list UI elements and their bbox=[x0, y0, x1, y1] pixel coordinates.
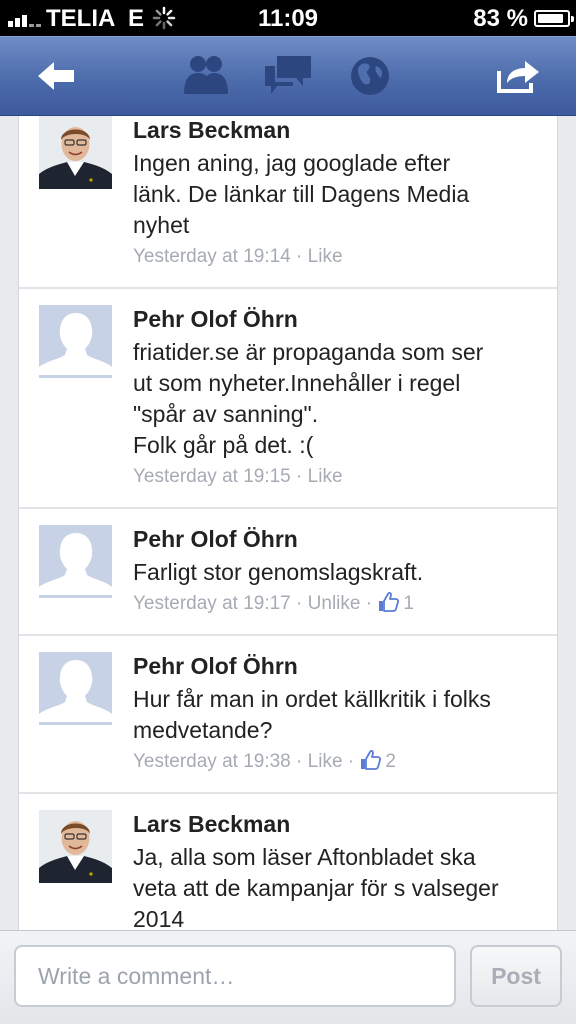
like-count-badge[interactable]: 1 bbox=[377, 592, 414, 614]
comment-author[interactable]: Lars Beckman bbox=[133, 116, 537, 144]
thumbs-up-icon bbox=[379, 592, 400, 612]
comment-author[interactable]: Pehr Olof Öhrn bbox=[133, 652, 537, 680]
comment-input[interactable] bbox=[14, 945, 456, 1007]
default-avatar-icon bbox=[39, 525, 112, 598]
comment-author[interactable]: Pehr Olof Öhrn bbox=[133, 305, 537, 333]
comment-item: Lars Beckman Ingen aning, jag googlade e… bbox=[19, 116, 557, 289]
like-link[interactable]: Like bbox=[308, 246, 343, 267]
globe-notifications-icon[interactable] bbox=[340, 51, 400, 101]
profile-photo bbox=[39, 116, 112, 189]
comment-meta: Yesterday at 19:38 · Like · 2 bbox=[133, 750, 396, 772]
like-count: 1 bbox=[403, 593, 414, 614]
share-icon[interactable] bbox=[488, 51, 548, 101]
comment-item: Pehr Olof Öhrn Farligt stor genomslagskr… bbox=[19, 509, 557, 636]
navigation-bar bbox=[0, 36, 576, 116]
comment-text: Ingen aning, jag googlade efter länk. De… bbox=[133, 150, 470, 238]
avatar[interactable] bbox=[39, 525, 112, 598]
like-count-badge[interactable]: 2 bbox=[359, 750, 396, 772]
comments-list[interactable]: Lars Beckman Ingen aning, jag googlade e… bbox=[0, 116, 576, 930]
back-arrow-icon[interactable] bbox=[26, 51, 86, 101]
comment-text: friatider.se är propaganda som ser ut so… bbox=[133, 339, 484, 458]
messages-icon[interactable] bbox=[258, 51, 318, 101]
comment-timestamp: Yesterday at 19:14 bbox=[133, 246, 291, 267]
avatar[interactable] bbox=[39, 116, 112, 189]
comment-text: Hur får man in ordet källkritik i folks … bbox=[133, 686, 491, 743]
comment-composer: Post bbox=[0, 930, 576, 1024]
comment-timestamp: Yesterday at 19:15 bbox=[133, 466, 291, 487]
comment-timestamp: Yesterday at 19:38 bbox=[133, 751, 291, 772]
like-link[interactable]: Like bbox=[308, 751, 343, 772]
comment-timestamp: Yesterday at 19:17 bbox=[133, 593, 291, 614]
default-avatar-icon bbox=[39, 305, 112, 378]
like-count: 2 bbox=[385, 751, 396, 772]
comment-author[interactable]: Lars Beckman bbox=[133, 810, 537, 838]
comment-text: Farligt stor genomslagskraft. bbox=[133, 559, 424, 585]
comment-meta: Yesterday at 19:17 · Unlike · 1 bbox=[133, 592, 414, 614]
like-link[interactable]: Like bbox=[308, 466, 343, 487]
avatar[interactable] bbox=[39, 652, 112, 725]
comment-item: Pehr Olof Öhrn Hur får man in ordet käll… bbox=[19, 636, 557, 794]
avatar[interactable] bbox=[39, 810, 112, 883]
thumbs-up-icon bbox=[361, 750, 382, 770]
comment-item: Pehr Olof Öhrn friatider.se är propagand… bbox=[19, 289, 557, 509]
comment-meta: Yesterday at 19:14 · Like bbox=[133, 246, 343, 267]
comment-item: Lars Beckman Ja, alla som läser Aftonbla… bbox=[19, 794, 557, 930]
unlike-link[interactable]: Unlike bbox=[308, 593, 361, 614]
friend-requests-icon[interactable] bbox=[175, 51, 235, 101]
status-bar: TELIA E 11:09 83 % bbox=[0, 0, 576, 36]
comment-text: Ja, alla som läser Aftonbladet ska veta … bbox=[133, 844, 499, 930]
default-avatar-icon bbox=[39, 652, 112, 725]
profile-photo bbox=[39, 810, 112, 883]
battery-percentage: 83 % bbox=[473, 5, 528, 32]
post-button[interactable]: Post bbox=[470, 945, 562, 1007]
avatar[interactable] bbox=[39, 305, 112, 378]
battery-icon bbox=[534, 10, 574, 27]
comment-meta: Yesterday at 19:15 · Like bbox=[133, 466, 343, 487]
comment-author[interactable]: Pehr Olof Öhrn bbox=[133, 525, 537, 553]
